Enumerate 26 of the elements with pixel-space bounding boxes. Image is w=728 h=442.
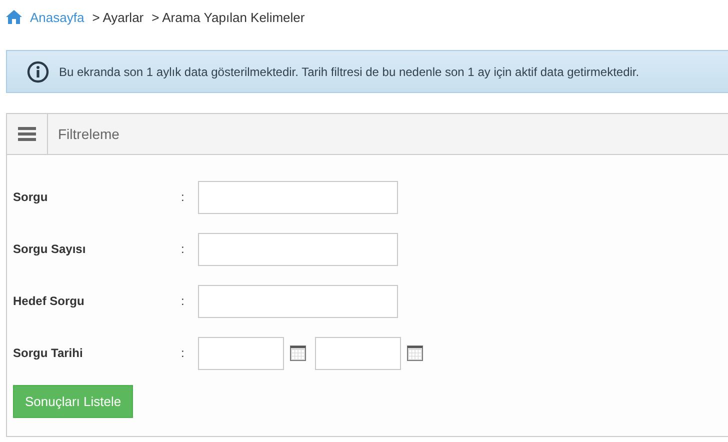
colon: : bbox=[181, 242, 186, 256]
field-label: Sorgu bbox=[13, 190, 49, 204]
list-results-button[interactable]: Sonuçları Listele bbox=[13, 385, 134, 418]
calendar-button[interactable] bbox=[407, 345, 423, 361]
panel-title: Filtreleme bbox=[57, 126, 120, 142]
info-message: Bu ekranda son 1 aylık data gösterilmektedir. Tarih filtresi de bu nedenle son 1 ay için aktif data getirmektedir. bbox=[59, 64, 640, 78]
text-field[interactable] bbox=[198, 232, 398, 266]
text-field[interactable] bbox=[198, 284, 398, 318]
info-icon bbox=[27, 60, 49, 82]
breadcrumb-item: > Arama Yapılan Kelimeler bbox=[152, 10, 305, 24]
field-label: Sorgu Sayısı bbox=[13, 242, 87, 256]
end-date-field[interactable] bbox=[315, 336, 401, 370]
home-icon[interactable] bbox=[6, 10, 22, 24]
breadcrumb-link[interactable]: Anasayfa bbox=[30, 10, 84, 24]
field-label: Sorgu Tarihi bbox=[13, 346, 84, 360]
calendar-icon bbox=[290, 345, 306, 361]
colon: : bbox=[181, 294, 186, 308]
start-date-field[interactable] bbox=[198, 336, 284, 370]
text-field[interactable] bbox=[198, 180, 398, 214]
calendar-button[interactable] bbox=[290, 345, 306, 361]
colon: : bbox=[181, 346, 186, 360]
menu-icon bbox=[18, 127, 36, 141]
field-label: Hedef Sorgu bbox=[13, 294, 86, 308]
breadcrumb-item: > Ayarlar bbox=[92, 10, 144, 24]
calendar-icon bbox=[407, 345, 423, 361]
colon: : bbox=[181, 190, 186, 204]
